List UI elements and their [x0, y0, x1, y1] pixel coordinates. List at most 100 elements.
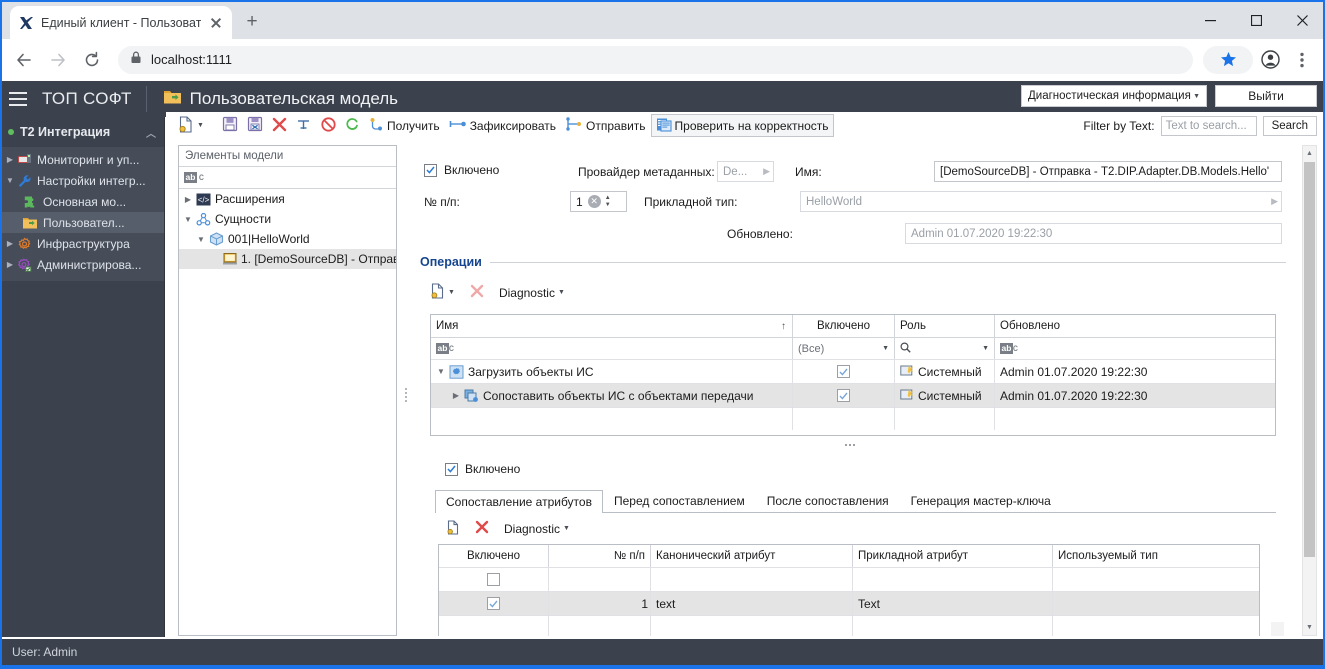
panel-splitter-handle[interactable]	[402, 385, 409, 405]
column-header-enabled[interactable]: Включено	[793, 315, 895, 337]
send-button[interactable]: Отправить	[561, 114, 650, 137]
detail-enabled-checkbox[interactable]	[445, 462, 458, 476]
seq-stepper[interactable]: 1 ✕ ▲ ▼	[570, 191, 627, 212]
tree-item-entities[interactable]: ▼ Сущности	[179, 209, 396, 229]
delete-button[interactable]	[268, 114, 291, 137]
column-header-name[interactable]: Имя ↑	[431, 315, 793, 337]
detail-new-button[interactable]	[442, 517, 464, 540]
sidebar-group-t2[interactable]: T2 Интеграция ︿	[0, 117, 164, 147]
column-header-enabled[interactable]: Включено	[439, 545, 549, 567]
search-input[interactable]: Text to search...	[1160, 116, 1257, 136]
enabled-checkbox[interactable]	[487, 597, 500, 610]
chevron-down-icon[interactable]: ▼	[181, 215, 195, 224]
op-diagnostic-button[interactable]: Diagnostic ▼	[495, 281, 569, 304]
filter-name[interactable]: ab c	[431, 337, 793, 359]
chevron-down-icon[interactable]: ▼	[434, 367, 448, 376]
op-delete-button[interactable]	[466, 281, 488, 304]
sidebar-item-infrastructure[interactable]: ▶ Инфраструктура	[0, 233, 164, 254]
tab-attribute-mapping[interactable]: Сопоставление атрибутов	[435, 490, 603, 513]
scroll-up-icon[interactable]: ▲	[1303, 146, 1316, 161]
enabled-checkbox[interactable]	[487, 573, 500, 586]
enabled-checkbox[interactable]	[424, 163, 437, 177]
table-row[interactable]	[439, 567, 1259, 591]
metadata-provider-select[interactable]: De... ▶	[717, 161, 774, 182]
sidebar-item-settings[interactable]: ▼ Настройки интегр...	[0, 170, 164, 191]
cut-button[interactable]	[292, 114, 316, 137]
chevron-right-icon[interactable]: ▶	[449, 391, 463, 400]
sidebar-item-administration[interactable]: ▶ Администрирова...	[0, 254, 164, 275]
vertical-scrollbar[interactable]: ▲ ▼	[1302, 145, 1317, 636]
scroll-down-icon[interactable]: ▼	[1303, 620, 1316, 635]
exit-button[interactable]: Выйти	[1215, 85, 1317, 107]
tab-close-icon[interactable]	[208, 15, 224, 31]
fetch-button[interactable]: Получить	[365, 114, 444, 137]
save-as-button[interactable]	[243, 114, 267, 137]
address-bar[interactable]: localhost:1111	[118, 45, 1193, 74]
tree-item-extensions[interactable]: ▶ </> Расширения	[179, 189, 396, 209]
minimize-button[interactable]	[1187, 2, 1233, 39]
tree-item-helloworld[interactable]: ▼ 001|HelloWorld	[179, 229, 396, 249]
enabled-checkbox[interactable]	[837, 389, 850, 402]
chevron-right-icon[interactable]: ▶	[4, 155, 16, 164]
sidebar-item-monitoring[interactable]: ▶ Мониторинг и уп...	[0, 149, 164, 170]
filter-enabled[interactable]: (Все) ▼	[793, 337, 895, 359]
cell-enabled[interactable]	[439, 568, 549, 591]
chevron-right-icon[interactable]: ▶	[4, 239, 16, 248]
column-header-updated[interactable]: Обновлено	[995, 315, 1275, 337]
tab-master-key-generation[interactable]: Генерация мастер-ключа	[900, 489, 1062, 512]
chevron-down-icon[interactable]: ▼	[4, 176, 16, 185]
column-header-seq[interactable]: № п/п	[549, 545, 651, 567]
enabled-checkbox[interactable]	[837, 365, 850, 378]
tab-before-mapping[interactable]: Перед сопоставлением	[603, 489, 756, 512]
cell-enabled[interactable]	[439, 592, 549, 615]
chevron-right-icon[interactable]: ▶	[4, 260, 16, 269]
search-button[interactable]: Search	[1262, 116, 1317, 136]
filter-updated[interactable]: ab c	[995, 337, 1275, 359]
name-input[interactable]: [DemoSourceDB] - Отправка - T2.DIP.Adapt…	[934, 161, 1282, 182]
block-button[interactable]	[317, 114, 340, 137]
detail-diagnostic-button[interactable]: Diagnostic ▼	[500, 517, 574, 540]
tab-after-mapping[interactable]: После сопоставления	[756, 489, 900, 512]
refresh-button[interactable]	[341, 114, 364, 137]
reload-icon[interactable]	[76, 44, 108, 76]
validate-button[interactable]: Проверить на корректность	[650, 114, 834, 137]
star-icon[interactable]	[1203, 45, 1253, 74]
new-document-button[interactable]: ▼	[174, 114, 208, 137]
column-header-role[interactable]: Роль	[895, 315, 995, 337]
scrollbar-thumb[interactable]	[1304, 162, 1315, 557]
new-tab-button[interactable]: +	[238, 8, 266, 36]
profile-icon[interactable]	[1255, 45, 1285, 75]
stepper-arrows-icon[interactable]: ▲ ▼	[605, 195, 611, 208]
diagnostic-info-select[interactable]: Диагностическая информация ▼	[1021, 85, 1207, 107]
chevron-down-icon[interactable]: ▼	[194, 235, 208, 244]
clear-icon[interactable]: ✕	[587, 195, 601, 208]
maximize-button[interactable]	[1233, 2, 1279, 39]
model-panel-filter-row[interactable]: ab c	[179, 167, 396, 189]
op-new-button[interactable]: ▼	[426, 281, 459, 304]
forward-arrow-icon[interactable]	[42, 44, 74, 76]
back-arrow-icon[interactable]	[8, 44, 40, 76]
close-button[interactable]	[1279, 2, 1325, 39]
column-header-applied[interactable]: Прикладной атрибут	[853, 545, 1053, 567]
table-row[interactable]: ▶ Сопоставить объекты ИС с объектами пер…	[431, 383, 1275, 407]
sidebar-item-user-model[interactable]: Пользовател...	[0, 212, 164, 233]
grid-resize-handle[interactable]	[830, 441, 870, 449]
sidebar-item-main-model[interactable]: Основная мо...	[0, 191, 164, 212]
app-type-select[interactable]: HelloWorld ▶	[800, 191, 1282, 212]
column-header-type[interactable]: Используемый тип	[1053, 545, 1259, 567]
tree-item-demosourcedb[interactable]: 1. [DemoSourceDB] - Отправ	[179, 249, 396, 269]
browser-tab[interactable]: Единый клиент - Пользователь	[10, 6, 232, 39]
save-button[interactable]	[218, 114, 242, 137]
commit-button[interactable]: Зафиксировать	[445, 114, 560, 137]
filter-role[interactable]: ▼	[895, 337, 995, 359]
hamburger-menu-icon[interactable]	[0, 81, 36, 117]
kebab-menu-icon[interactable]	[1287, 45, 1317, 75]
cell-enabled[interactable]	[793, 360, 895, 383]
inner-scroll-region[interactable]	[1271, 622, 1284, 636]
detail-delete-button[interactable]	[471, 517, 493, 540]
column-header-canonical[interactable]: Канонический атрибут	[651, 545, 853, 567]
table-row[interactable]: ▼ Загрузить объекты ИС Системный Admin 0…	[431, 359, 1275, 383]
cell-enabled[interactable]	[793, 384, 895, 407]
chevron-right-icon[interactable]: ▶	[181, 195, 195, 204]
table-row[interactable]: 1 text Text	[439, 591, 1259, 615]
